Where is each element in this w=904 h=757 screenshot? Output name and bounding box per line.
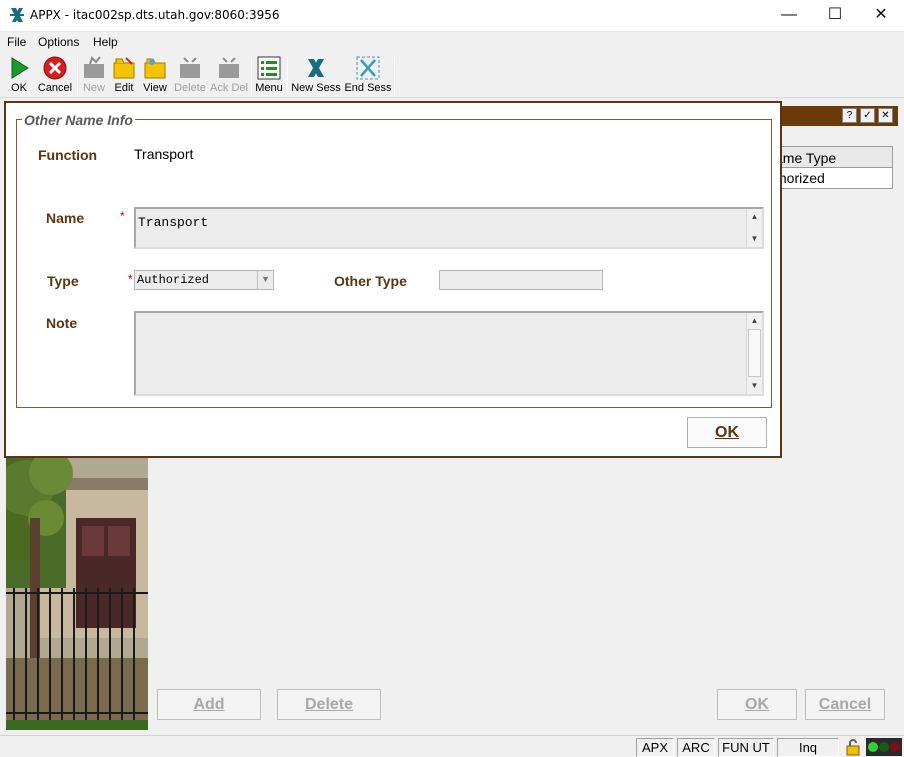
- chevron-down-icon[interactable]: ▼: [257, 271, 273, 289]
- help-button[interactable]: ?: [842, 108, 857, 123]
- view-tool-button[interactable]: View: [140, 54, 170, 96]
- toolbar-separator: [287, 57, 288, 95]
- lock-icon: [846, 739, 860, 756]
- ack-del-tool-label: Ack Del: [210, 82, 248, 94]
- scroll-up-icon[interactable]: ▲: [747, 209, 762, 225]
- delete-record-icon: [180, 57, 200, 78]
- menu-help[interactable]: Help: [93, 35, 118, 49]
- scroll-thumb[interactable]: [748, 329, 761, 377]
- ok-tool-button[interactable]: OK: [4, 54, 34, 96]
- delete-button[interactable]: Delete: [277, 689, 381, 720]
- window-title: APPX - itac002sp.dts.utah.gov:8060:3956: [30, 8, 280, 22]
- status-fun-ut: FUN UT: [718, 738, 774, 757]
- new-tool-label: New: [82, 82, 105, 94]
- name-field-value: Transport: [138, 215, 209, 230]
- name-label: Name: [46, 210, 85, 226]
- function-label: Function: [38, 147, 98, 163]
- menu-list-icon: [257, 56, 281, 80]
- status-inq: Inq: [777, 738, 839, 757]
- minimize-button[interactable]: —: [766, 0, 812, 32]
- menu-tool-label: Menu: [255, 82, 283, 94]
- background-panel-header: ? ✓ ✕: [780, 106, 898, 126]
- status-apx: APX: [636, 738, 674, 757]
- scroll-down-icon[interactable]: ▼: [747, 378, 762, 394]
- function-value: Transport: [134, 146, 194, 162]
- accept-button[interactable]: ✓: [860, 108, 875, 123]
- name-scrollbar[interactable]: ▲ ▼: [746, 209, 762, 247]
- delete-tool-button[interactable]: Delete: [172, 54, 208, 96]
- status-bar: APX ARC FUN UT Inq: [0, 735, 904, 757]
- new-session-icon: [308, 59, 324, 77]
- dialog-ok-button[interactable]: OK: [687, 417, 767, 448]
- ack-del-tool-button[interactable]: Ack Del: [210, 54, 248, 96]
- status-arc: ARC: [677, 738, 715, 757]
- menu-bar: File Options Help: [0, 32, 904, 52]
- other-type-label: Other Type: [334, 273, 407, 289]
- delete-tool-label: Delete: [174, 82, 206, 94]
- note-scrollbar[interactable]: ▲ ▼: [746, 313, 762, 394]
- end-sess-tool-label: End Sess: [344, 82, 392, 94]
- end-sess-tool-button[interactable]: End Sess: [344, 54, 392, 96]
- cancel-tool-button[interactable]: Cancel: [35, 54, 75, 96]
- type-select-value: Authorized: [137, 273, 210, 287]
- edit-folder-icon: [113, 57, 135, 79]
- building-photo: [6, 458, 148, 730]
- cancel-icon: [43, 56, 67, 80]
- other-name-info-dialog: Other Name Info Function Transport Name …: [4, 101, 782, 458]
- scroll-up-icon[interactable]: ▲: [747, 313, 762, 329]
- new-tool-button[interactable]: New: [80, 54, 108, 96]
- new-sess-tool-label: New Sess: [291, 82, 341, 94]
- ack-delete-icon: [219, 57, 239, 78]
- menu-file[interactable]: File: [7, 35, 26, 49]
- name-field[interactable]: Transport ▲ ▼: [134, 207, 764, 249]
- note-label: Note: [46, 315, 78, 331]
- status-lights-icon: [866, 738, 902, 756]
- appx-logo-icon: [10, 8, 24, 22]
- name-required-marker: *: [120, 209, 125, 223]
- menu-options[interactable]: Options: [38, 35, 79, 49]
- menu-tool-button[interactable]: Menu: [254, 54, 284, 96]
- toolbar-separator: [394, 57, 395, 95]
- background-cancel-button[interactable]: Cancel: [805, 689, 885, 720]
- new-record-icon: [84, 56, 104, 78]
- window-titlebar: APPX - itac002sp.dts.utah.gov:8060:3956 …: [0, 0, 904, 32]
- type-label: Type: [47, 273, 79, 289]
- toolbar-separator: [251, 57, 252, 95]
- other-type-field[interactable]: [439, 270, 603, 290]
- edit-tool-button[interactable]: Edit: [110, 54, 138, 96]
- cancel-tool-label: Cancel: [37, 82, 73, 94]
- view-folder-icon: [144, 58, 166, 79]
- add-button[interactable]: Add: [157, 689, 261, 720]
- note-field[interactable]: ▲ ▼: [134, 311, 764, 396]
- group-title: Other Name Info: [22, 112, 135, 128]
- end-session-icon: [356, 56, 380, 80]
- play-icon: [11, 57, 29, 79]
- new-sess-tool-button[interactable]: New Sess: [290, 54, 342, 96]
- view-tool-label: View: [143, 82, 167, 94]
- toolbar: OK Cancel New Edit View Delete Ack Del M…: [0, 52, 904, 98]
- scroll-down-icon[interactable]: ▼: [747, 231, 762, 247]
- maximize-button[interactable]: ☐: [812, 0, 858, 32]
- close-button[interactable]: ✕: [858, 0, 904, 32]
- edit-tool-label: Edit: [114, 82, 134, 94]
- background-ok-button[interactable]: OK: [717, 689, 797, 720]
- toolbar-separator: [77, 57, 78, 95]
- type-required-marker: *: [128, 272, 133, 286]
- panel-close-button[interactable]: ✕: [878, 108, 893, 123]
- type-select[interactable]: Authorized ▼: [134, 270, 274, 290]
- ok-tool-label: OK: [11, 82, 27, 94]
